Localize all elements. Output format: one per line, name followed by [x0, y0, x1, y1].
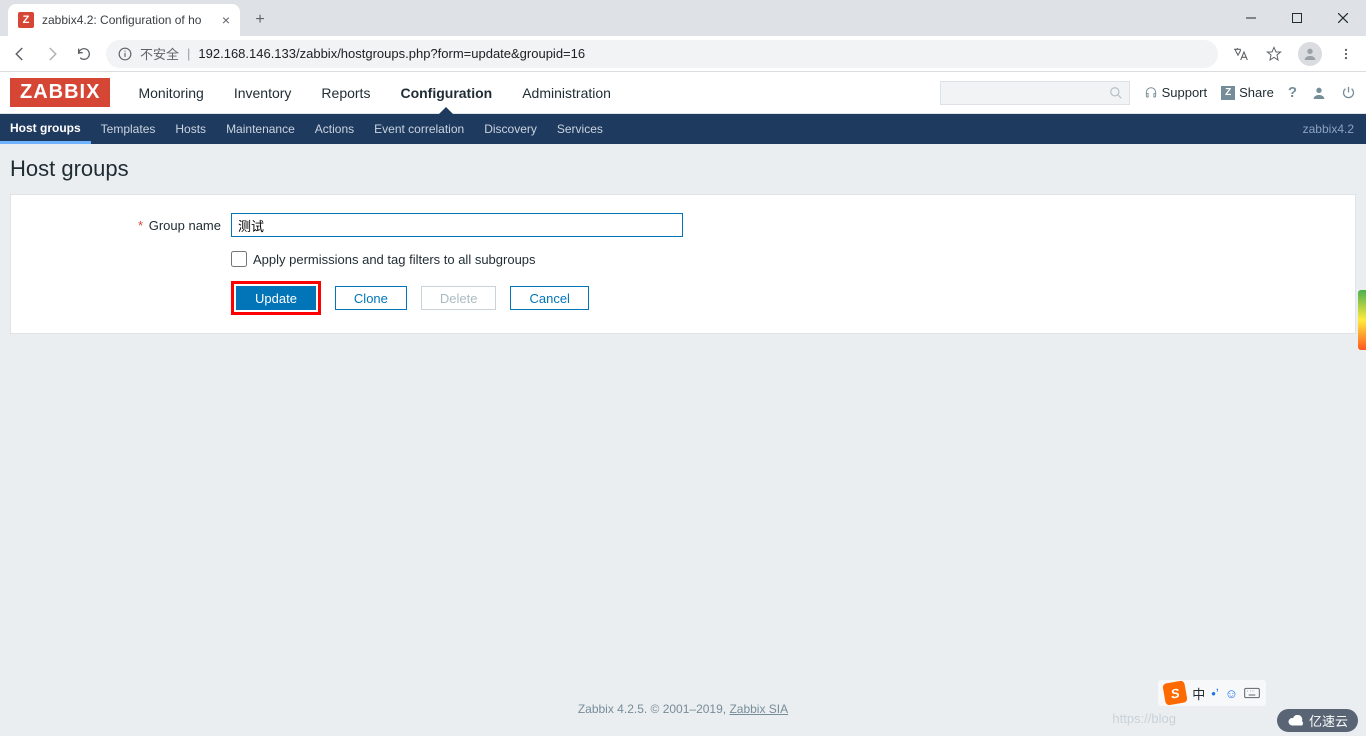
ime-smiley-icon: ☺ [1225, 686, 1238, 701]
url-text: 192.168.146.133/zabbix/hostgroups.php?fo… [198, 46, 585, 61]
support-link[interactable]: Support [1144, 85, 1208, 100]
search-icon [1109, 86, 1123, 100]
translate-icon[interactable] [1230, 44, 1250, 64]
ime-punct-icon: •ʼ [1211, 686, 1218, 701]
browser-tab-strip: Z zabbix4.2: Configuration of ho × + [0, 0, 1366, 36]
info-icon [118, 47, 132, 61]
minimize-button[interactable] [1228, 0, 1274, 36]
browser-tab-title: zabbix4.2: Configuration of ho [42, 13, 214, 27]
subnav-host-groups[interactable]: Host groups [0, 114, 91, 144]
update-button[interactable]: Update [236, 286, 316, 310]
group-name-label: * Group name [31, 218, 231, 233]
profile-avatar[interactable] [1298, 42, 1322, 66]
star-icon[interactable] [1264, 44, 1284, 64]
insecure-label: 不安全 [140, 44, 179, 63]
url-bar[interactable]: 不安全 | 192.168.146.133/zabbix/hostgroups.… [106, 40, 1218, 68]
page-title: Host groups [10, 156, 1356, 182]
search-input[interactable] [940, 81, 1130, 105]
main-menu: Monitoring Inventory Reports Configurati… [124, 73, 624, 113]
sogou-icon: S [1163, 680, 1188, 705]
close-window-button[interactable] [1320, 0, 1366, 36]
server-name-label: zabbix4.2 [1303, 114, 1366, 144]
ime-indicator: S 中 •ʼ ☺ [1158, 680, 1266, 706]
maximize-button[interactable] [1274, 0, 1320, 36]
menu-reports[interactable]: Reports [307, 73, 384, 113]
browser-tab[interactable]: Z zabbix4.2: Configuration of ho × [8, 4, 240, 36]
back-button[interactable] [10, 44, 30, 64]
power-icon[interactable] [1341, 85, 1356, 100]
user-icon[interactable] [1311, 85, 1327, 101]
menu-configuration[interactable]: Configuration [386, 73, 506, 113]
subnav-maintenance[interactable]: Maintenance [216, 114, 305, 144]
subnav-templates[interactable]: Templates [91, 114, 166, 144]
subnav-discovery[interactable]: Discovery [474, 114, 547, 144]
z-icon: Z [1221, 86, 1235, 100]
apply-permissions-label: Apply permissions and tag filters to all… [253, 252, 536, 267]
menu-monitoring[interactable]: Monitoring [124, 73, 217, 113]
group-name-input[interactable] [231, 213, 683, 237]
kebab-menu-icon[interactable] [1336, 44, 1356, 64]
sub-nav: Host groups Templates Hosts Maintenance … [0, 114, 1366, 144]
menu-administration[interactable]: Administration [508, 73, 625, 113]
cancel-button[interactable]: Cancel [510, 286, 588, 310]
form-panel: * Group name Apply permissions and tag f… [10, 194, 1356, 334]
subnav-event-correlation[interactable]: Event correlation [364, 114, 474, 144]
subnav-services[interactable]: Services [547, 114, 613, 144]
window-controls [1228, 0, 1366, 36]
ime-keyboard-icon [1244, 687, 1260, 699]
clone-button[interactable]: Clone [335, 286, 407, 310]
subnav-hosts[interactable]: Hosts [165, 114, 216, 144]
browser-address-bar: 不安全 | 192.168.146.133/zabbix/hostgroups.… [0, 36, 1366, 72]
scroll-indicator [1358, 290, 1366, 350]
cloud-icon [1287, 715, 1305, 727]
watermark-blog-text: https://blog [1112, 711, 1176, 726]
page-content: Host groups * Group name Apply permissio… [0, 144, 1366, 346]
reload-button[interactable] [74, 44, 94, 64]
menu-inventory[interactable]: Inventory [220, 73, 306, 113]
zabbix-logo[interactable]: ZABBIX [10, 78, 110, 107]
delete-button: Delete [421, 286, 497, 310]
footer-link[interactable]: Zabbix SIA [729, 702, 788, 716]
forward-button[interactable] [42, 44, 62, 64]
update-button-highlight: Update [231, 281, 321, 315]
favicon-icon: Z [18, 12, 34, 28]
help-icon[interactable]: ? [1288, 84, 1297, 101]
share-link[interactable]: Z Share [1221, 85, 1274, 100]
watermark-brand: 亿速云 [1277, 709, 1358, 732]
headset-icon [1144, 86, 1158, 100]
new-tab-button[interactable]: + [246, 6, 274, 34]
app-header: ZABBIX Monitoring Inventory Reports Conf… [0, 72, 1366, 114]
close-icon[interactable]: × [222, 12, 230, 28]
subnav-actions[interactable]: Actions [305, 114, 364, 144]
apply-permissions-checkbox[interactable] [231, 251, 247, 267]
